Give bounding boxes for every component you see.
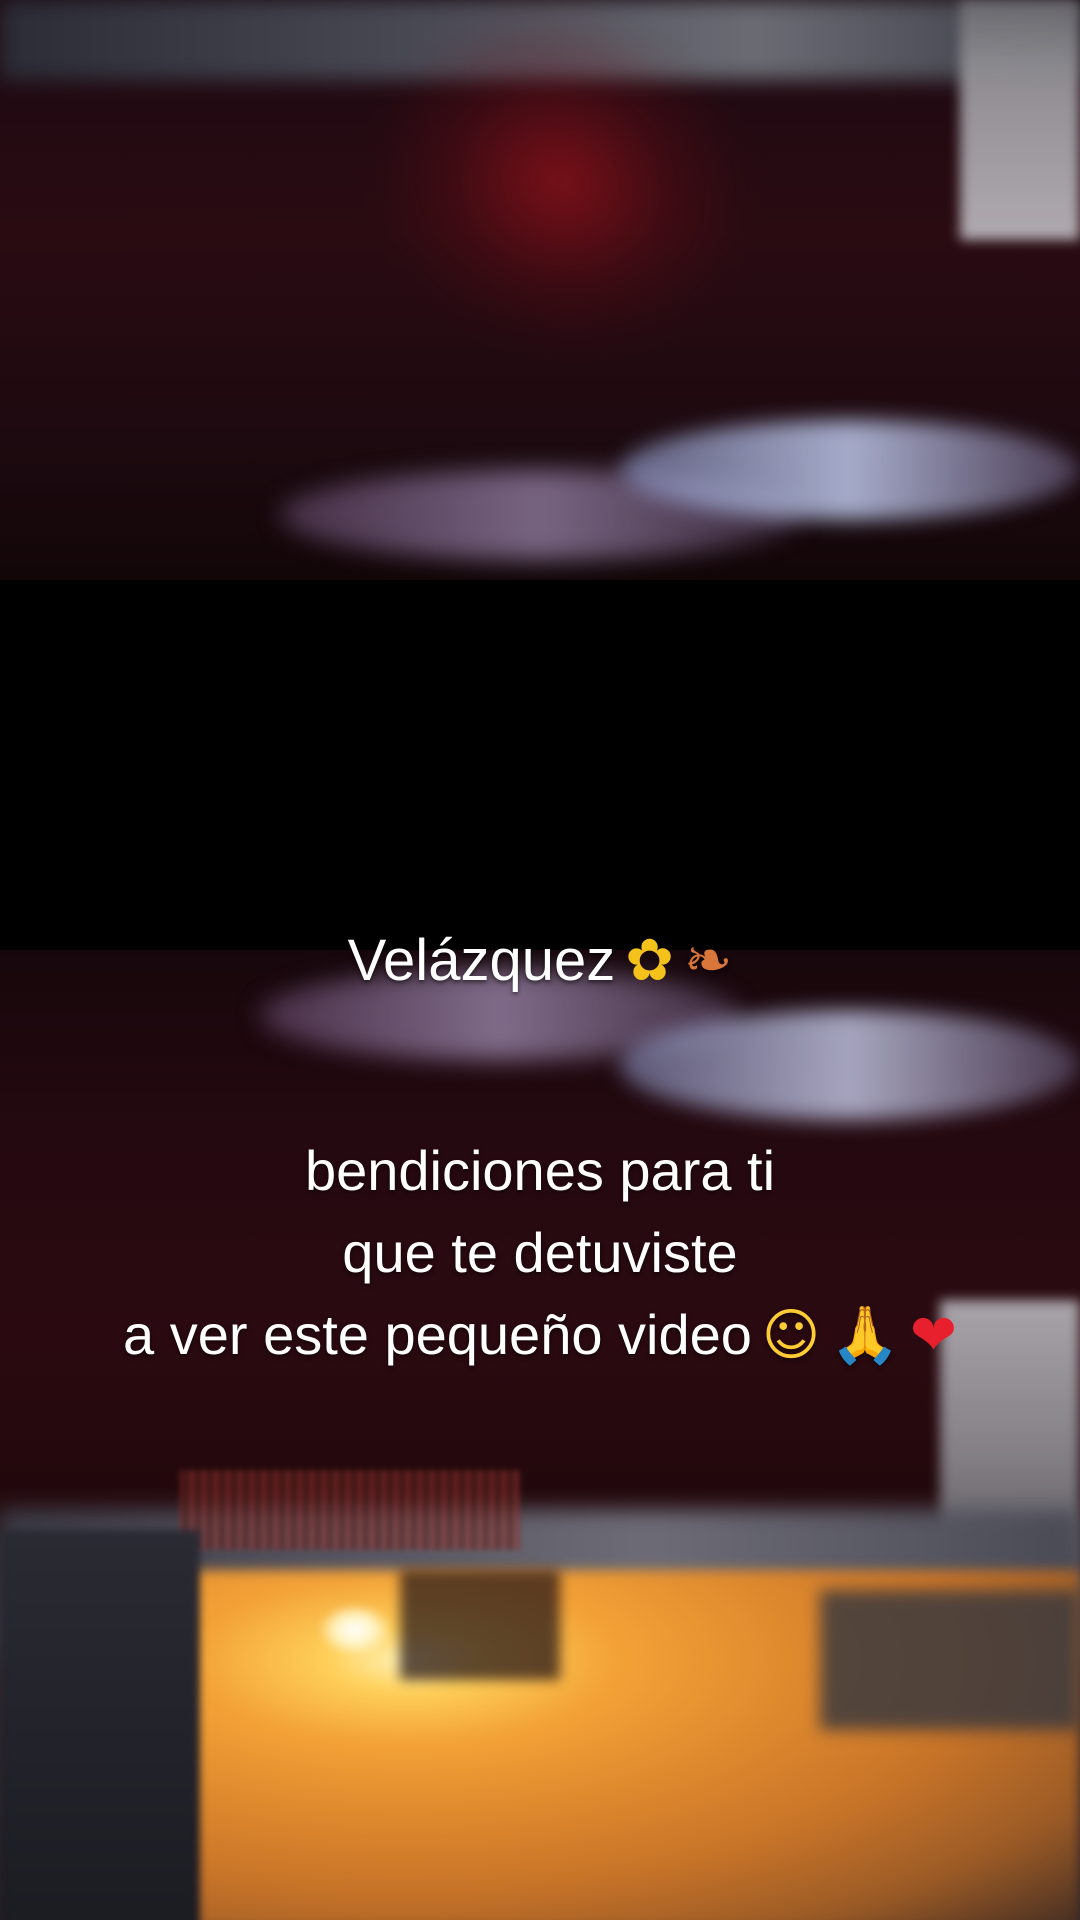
silhouette bbox=[820, 1590, 1080, 1730]
background-scene-bottom bbox=[0, 950, 1080, 1920]
caption-title: Velázquez ✿ ❧ bbox=[0, 925, 1080, 996]
blurred-cloud bbox=[620, 1010, 1080, 1120]
caption-body: bendiciones para ti que te detuviste a v… bbox=[0, 1130, 1080, 1377]
caption-title-text: Velázquez bbox=[347, 928, 616, 993]
black-band bbox=[0, 580, 1080, 950]
caption-line-3: a ver este pequeño video ☺ 🙏 ❤ bbox=[0, 1294, 1080, 1377]
blurred-building bbox=[960, 0, 1080, 240]
dark-foreground bbox=[0, 1530, 200, 1920]
blurred-cloud bbox=[620, 420, 1080, 520]
setting-sun bbox=[320, 1605, 390, 1655]
sunflower-icon: ✿ bbox=[625, 926, 674, 994]
red-heart-icon: ❤ bbox=[910, 1303, 957, 1368]
blurred-trees bbox=[180, 1470, 520, 1550]
fallen-leaves-icon: ❧ bbox=[683, 926, 733, 994]
video-frame[interactable]: Velázquez ✿ ❧ bendiciones para ti que te d… bbox=[0, 0, 1080, 1920]
silhouette bbox=[400, 1570, 560, 1680]
caption-line-2: que te detuviste bbox=[342, 1221, 738, 1284]
folded-hands-icon: 🙏 bbox=[830, 1303, 901, 1368]
background-scene-top bbox=[0, 0, 1080, 580]
caption-line-1: bendiciones para ti bbox=[304, 1139, 776, 1202]
caption-line-3-text: a ver este pequeño video bbox=[123, 1303, 752, 1366]
smiling-face-icon: ☺ bbox=[761, 1303, 821, 1368]
